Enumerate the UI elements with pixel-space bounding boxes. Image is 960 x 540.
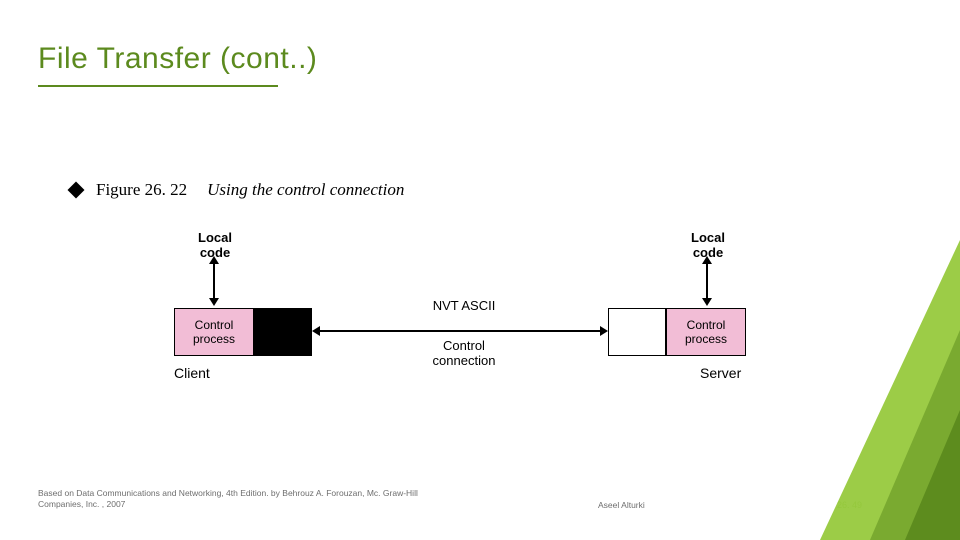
server-label: Server — [700, 365, 741, 381]
diamond-bullet-icon — [68, 182, 85, 199]
footer: Based on Data Communications and Network… — [38, 488, 922, 510]
slide-title: File Transfer (cont..) — [38, 42, 317, 76]
connection-line — [320, 330, 600, 332]
arrow-up-icon — [209, 256, 219, 264]
control-process-server: Control process — [666, 308, 746, 356]
arrow-down-icon — [209, 298, 219, 306]
footer-source: Based on Data Communications and Network… — [38, 488, 458, 510]
server-white-box — [608, 308, 666, 356]
arrow-up-icon — [702, 256, 712, 264]
connection-label: NVT ASCII — [404, 298, 524, 315]
client-label: Client — [174, 365, 210, 381]
figure-caption: Using the control connection — [207, 180, 404, 200]
footer-author: Aseel Alturki — [598, 500, 645, 510]
client-black-box — [254, 308, 312, 356]
vertical-arrow-left — [213, 264, 215, 298]
diagram: Local code Local code Control process Co… — [100, 230, 820, 420]
figure-number: Figure 26. 22 — [96, 180, 187, 200]
title-underline — [38, 85, 278, 87]
figure-reference: Figure 26. 22 Using the control connecti… — [70, 180, 404, 200]
control-process-client: Control process — [174, 308, 254, 356]
arrow-left-icon — [312, 326, 320, 336]
horizontal-arrow — [320, 330, 600, 332]
nvt-ascii-label: NVT ASCII — [433, 298, 496, 313]
arrow-right-icon — [600, 326, 608, 336]
decor-triangle-3 — [905, 410, 960, 540]
arrow-down-icon — [702, 298, 712, 306]
control-connection-label: Control connection — [404, 338, 524, 368]
vertical-arrow-right — [706, 264, 708, 298]
slide: File Transfer (cont..) Figure 26. 22 Usi… — [0, 0, 960, 540]
